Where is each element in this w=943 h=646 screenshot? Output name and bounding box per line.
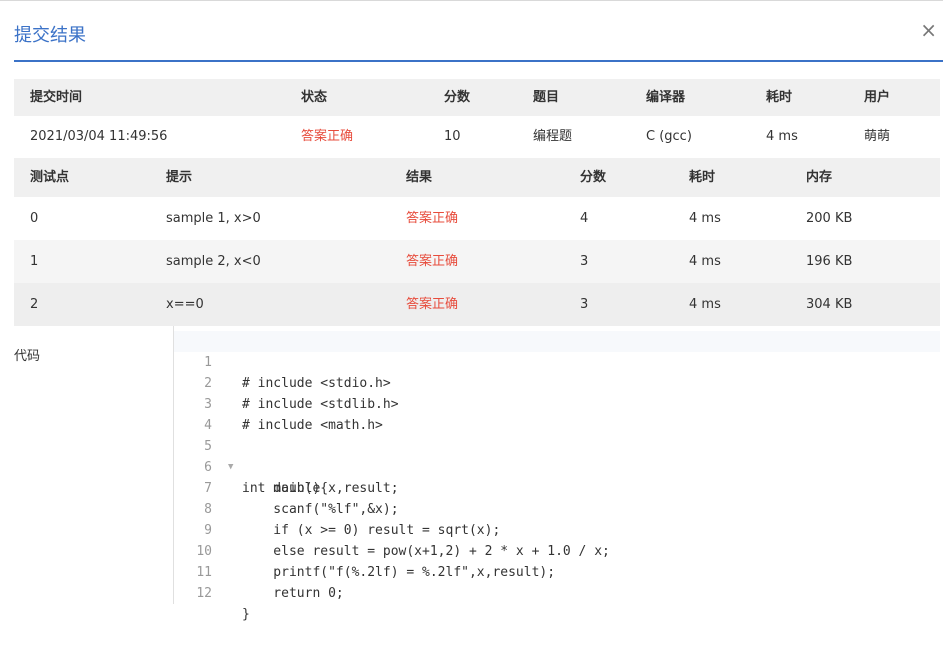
summary-col-score: 分数 — [444, 90, 471, 105]
summary-value-row: 2021/03/04 11:49:56 答案正确 10 编程题 C (gcc) … — [14, 116, 940, 158]
time-used-value: 4 ms — [766, 129, 798, 144]
case-memory: 196 KB — [806, 254, 853, 269]
code-line: 3 # include <math.h> — [174, 373, 940, 433]
problem-link[interactable]: 编程题 — [533, 116, 572, 158]
header-divider — [14, 60, 943, 62]
case-id: 0 — [30, 211, 39, 226]
tests-col-memory: 内存 — [806, 170, 833, 185]
close-icon[interactable]: × — [920, 19, 937, 41]
code-line: 12 } — [174, 562, 940, 622]
code-line: 2 # include <stdlib.h> — [174, 352, 940, 412]
dialog-title: 提交结果 — [14, 25, 86, 46]
tests-col-case: 测试点 — [30, 170, 70, 185]
case-hint: sample 2, x<0 — [166, 254, 261, 269]
code-text: return 0; — [242, 586, 344, 601]
tests-col-result: 结果 — [406, 170, 433, 185]
case-hint: x==0 — [166, 297, 204, 312]
code-line: 11 return 0; — [174, 541, 940, 601]
compiler-value: C (gcc) — [646, 129, 692, 144]
dialog-header: 提交结果 × — [0, 1, 943, 62]
tests-header-row: 测试点 提示 结果 分数 耗时 内存 — [14, 158, 940, 197]
code-line: 9 else result = pow(x+1,2) + 2 * x + 1.0… — [174, 499, 940, 559]
case-time: 4 ms — [689, 297, 721, 312]
code-line: 4 — [174, 394, 940, 433]
table-row: 0 sample 1, x>0 答案正确 4 4 ms 200 KB — [14, 197, 940, 240]
summary-header-row: 提交时间 状态 分数 题目 编译器 耗时 用户 — [14, 79, 940, 116]
code-line: 7 scanf("%lf",&x); — [174, 457, 940, 517]
case-result: 答案正确 — [406, 211, 459, 226]
tests-col-time: 耗时 — [689, 170, 716, 185]
code-line: 5 ▼ int main(){ — [174, 415, 940, 496]
case-score: 3 — [580, 254, 589, 269]
table-row: 2 x==0 答案正确 3 4 ms 304 KB — [14, 283, 940, 326]
tests-col-hint: 提示 — [166, 170, 193, 185]
summary-col-time: 提交时间 — [30, 90, 83, 105]
code-line: 10 printf("f(%.2lf) = %.2lf",x,result); — [174, 520, 940, 580]
code-line: 1 # include <stdio.h> — [174, 331, 940, 391]
code-line: 8 if (x >= 0) result = sqrt(x); — [174, 478, 940, 538]
summary-col-compiler: 编译器 — [646, 90, 686, 105]
code-label: 代码 — [14, 349, 41, 364]
case-result: 答案正确 — [406, 297, 459, 312]
status-badge: 答案正确 — [301, 129, 354, 144]
summary-col-user: 用户 — [864, 90, 891, 105]
case-result: 答案正确 — [406, 254, 459, 269]
case-time: 4 ms — [689, 211, 721, 226]
summary-col-problem: 题目 — [533, 90, 560, 105]
case-time: 4 ms — [689, 254, 721, 269]
score-value: 10 — [444, 129, 461, 144]
tests-col-score: 分数 — [580, 170, 607, 185]
case-memory: 304 KB — [806, 297, 853, 312]
table-row: 1 sample 2, x<0 答案正确 3 4 ms 196 KB — [14, 240, 940, 283]
code-line: 6 double x,result; — [174, 436, 940, 496]
case-hint: sample 1, x>0 — [166, 211, 261, 226]
user-link[interactable]: 萌萌 — [864, 116, 890, 158]
summary-col-time-used: 耗时 — [766, 90, 793, 105]
summary-col-status: 状态 — [301, 90, 328, 105]
case-score: 4 — [580, 211, 589, 226]
submit-time: 2021/03/04 11:49:56 — [30, 129, 168, 144]
code-text: } — [242, 607, 250, 622]
line-number: 12 — [196, 586, 212, 601]
case-id: 2 — [30, 297, 39, 312]
case-id: 1 — [30, 254, 39, 269]
case-memory: 200 KB — [806, 211, 853, 226]
code-editor[interactable]: 1 # include <stdio.h> 2 # include <stdli… — [173, 326, 943, 622]
case-score: 3 — [580, 297, 589, 312]
